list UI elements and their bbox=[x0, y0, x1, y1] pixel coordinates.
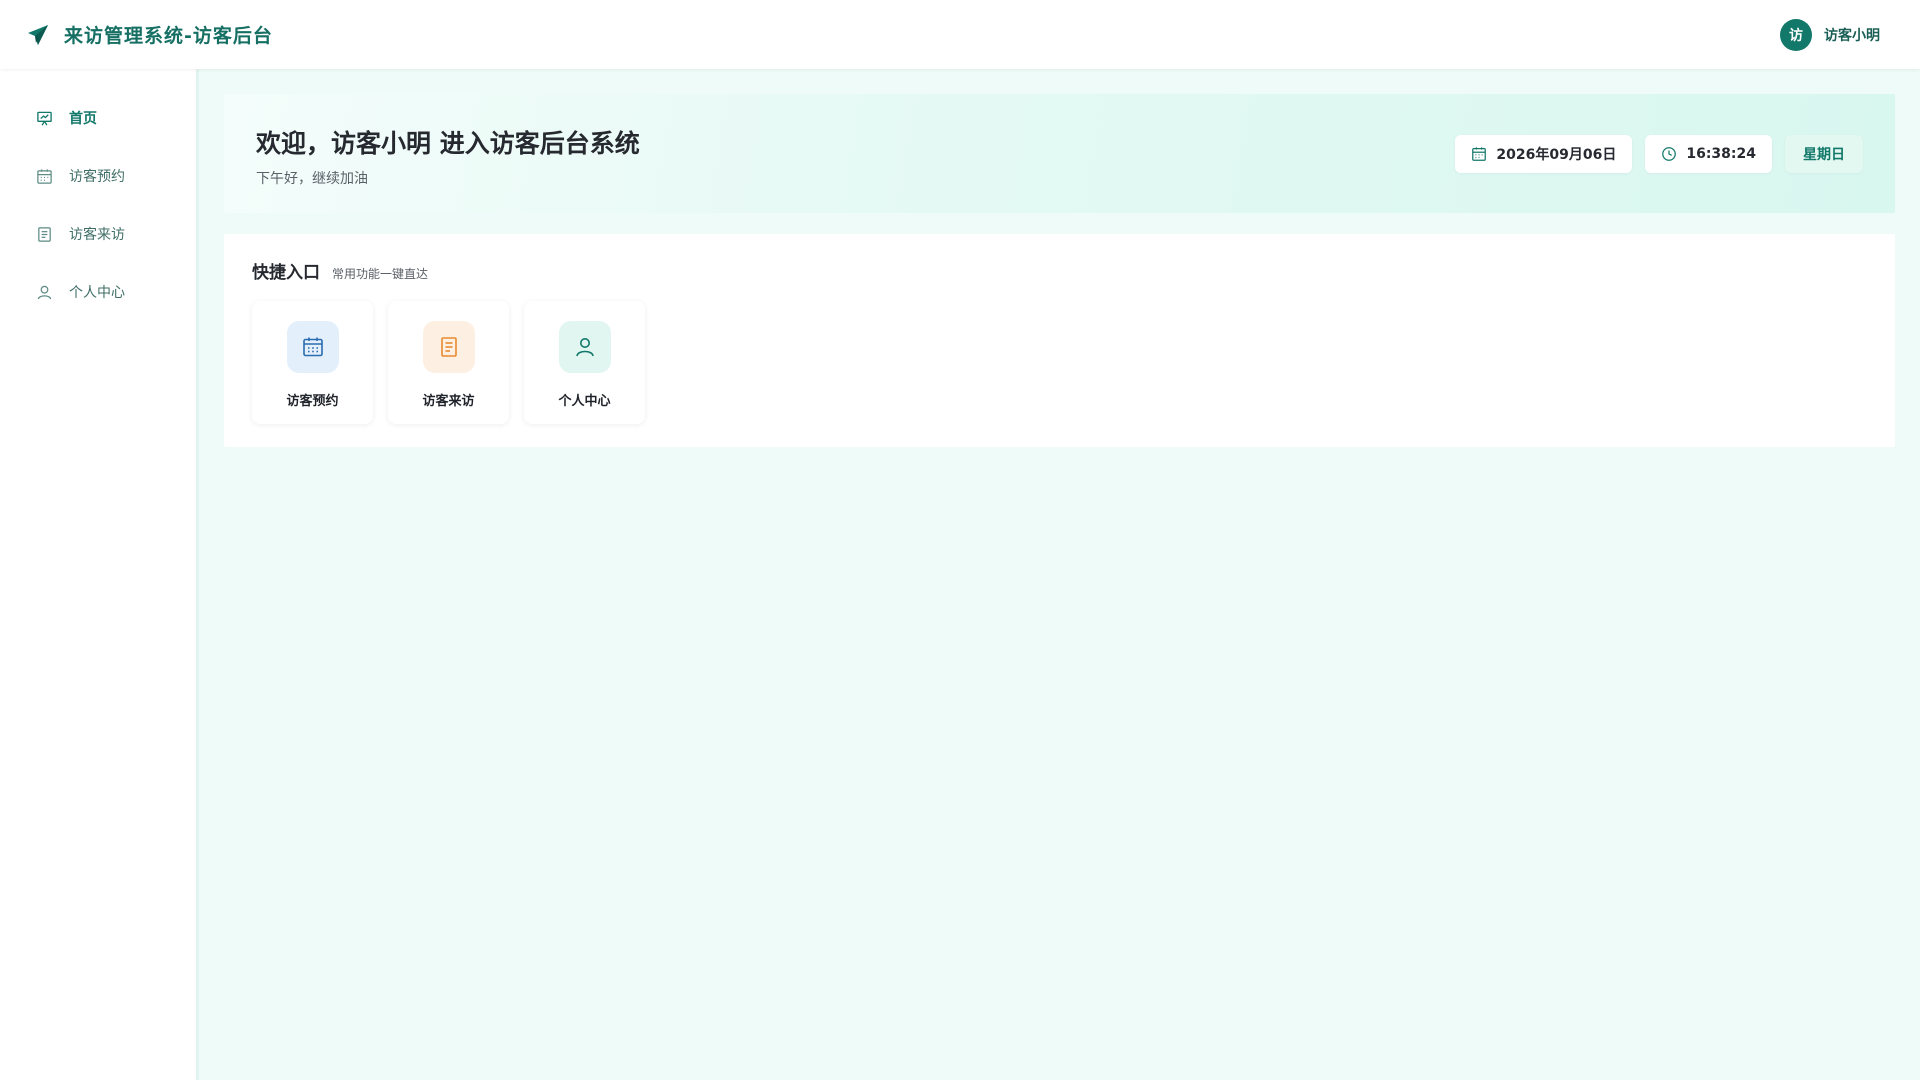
time-text: 16:38:24 bbox=[1686, 146, 1756, 162]
calendar-icon bbox=[1471, 146, 1487, 162]
weekday-chip: 星期日 bbox=[1785, 135, 1863, 173]
sidebar-item-profile[interactable]: 个人中心 bbox=[0, 277, 196, 307]
weekday-text: 星期日 bbox=[1803, 147, 1845, 163]
paper-plane-icon bbox=[26, 23, 50, 47]
date-chip: 2026年09月06日 bbox=[1455, 135, 1633, 173]
welcome-subtitle: 下午好，继续加油 bbox=[256, 171, 368, 187]
quick-access-title: 快捷入口 bbox=[252, 263, 320, 283]
sidebar-item-label: 访客预约 bbox=[69, 169, 125, 185]
presentation-chart-icon bbox=[36, 110, 53, 127]
clock-icon bbox=[1661, 146, 1677, 162]
quick-card-label: 个人中心 bbox=[558, 394, 611, 409]
quick-card-profile[interactable]: 个人中心 bbox=[524, 301, 645, 424]
quick-access-cards: 访客预约 访客来访 个人中心 bbox=[252, 301, 645, 424]
user-name[interactable]: 访客小明 bbox=[1824, 25, 1880, 45]
quick-card-label: 访客来访 bbox=[422, 394, 475, 409]
top-header: 来访管理系统-访客后台 访 访客小明 bbox=[0, 0, 1920, 69]
sidebar-item-label: 访客来访 bbox=[69, 227, 125, 243]
time-chip: 16:38:24 bbox=[1645, 135, 1772, 173]
document-icon bbox=[36, 226, 53, 243]
brand[interactable]: 来访管理系统-访客后台 bbox=[26, 21, 273, 48]
calendar-icon bbox=[36, 168, 53, 185]
datetime-chips: 2026年09月06日 16:38:24 星期日 bbox=[1455, 135, 1863, 173]
user-icon bbox=[36, 284, 53, 301]
user-menu[interactable]: 访 访客小明 bbox=[1780, 18, 1880, 51]
avatar[interactable]: 访 bbox=[1780, 18, 1812, 51]
quick-access-header: 快捷入口 常用功能一键直达 bbox=[252, 258, 428, 283]
sidebar-item-visitor-visit[interactable]: 访客来访 bbox=[0, 219, 196, 249]
welcome-banner: 欢迎，访客小明 进入访客后台系统 下午好，继续加油 2026年09月06日 16… bbox=[224, 94, 1895, 213]
main-content: 欢迎，访客小明 进入访客后台系统 下午好，继续加油 2026年09月06日 16… bbox=[199, 69, 1920, 1080]
sidebar-item-home[interactable]: 首页 bbox=[0, 103, 196, 133]
welcome-title: 欢迎，访客小明 进入访客后台系统 bbox=[256, 129, 640, 158]
user-icon bbox=[558, 321, 611, 373]
sidebar-item-visitor-appointment[interactable]: 访客预约 bbox=[0, 161, 196, 191]
quick-card-label: 访客预约 bbox=[286, 394, 339, 409]
quick-access-panel: 快捷入口 常用功能一键直达 访客预约 访客来访 个人中心 bbox=[224, 234, 1895, 447]
calendar-icon bbox=[286, 321, 339, 373]
sidebar-item-label: 个人中心 bbox=[69, 285, 125, 301]
quick-card-visitor-visit[interactable]: 访客来访 bbox=[388, 301, 509, 424]
date-text: 2026年09月06日 bbox=[1496, 147, 1617, 163]
quick-access-subtitle: 常用功能一键直达 bbox=[332, 267, 429, 281]
quick-card-visitor-appointment[interactable]: 访客预约 bbox=[252, 301, 373, 424]
document-icon bbox=[422, 321, 475, 373]
sidebar: 首页 访客预约 访客来访 个人中心 bbox=[0, 69, 199, 1080]
sidebar-item-label: 首页 bbox=[69, 111, 97, 127]
app-title: 来访管理系统-访客后台 bbox=[64, 25, 273, 47]
